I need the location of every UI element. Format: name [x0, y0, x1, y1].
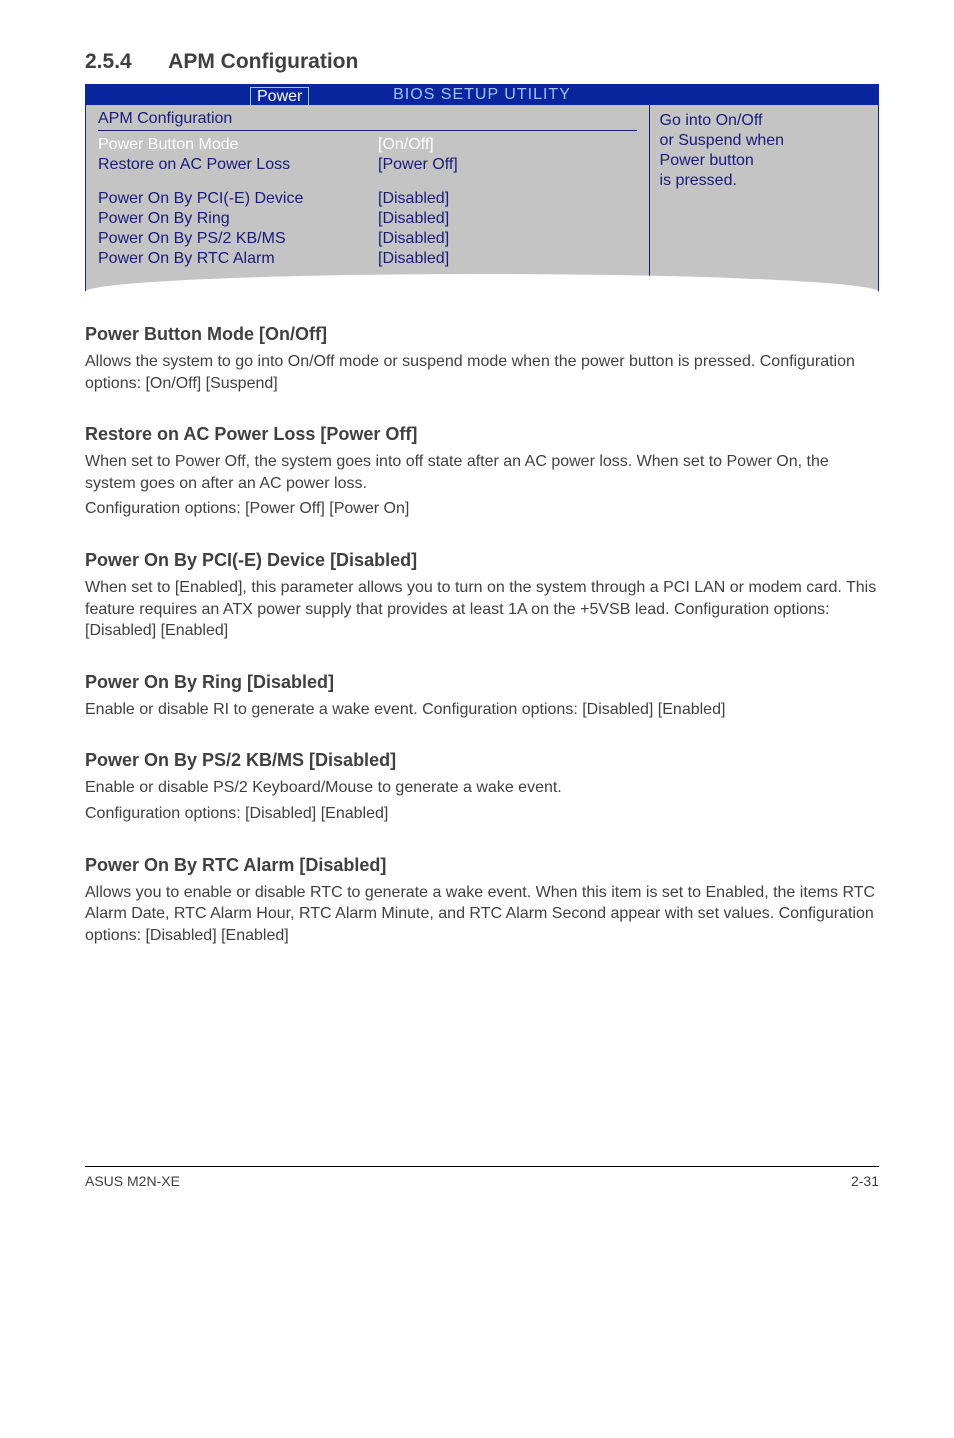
divider [98, 130, 637, 131]
footer-left: ASUS M2N-XE [85, 1173, 180, 1189]
option-power-on-rtc[interactable]: Power On By RTC Alarm [Disabled] [98, 249, 637, 269]
bios-options-pane: APM Configuration Power Button Mode [On/… [86, 105, 649, 294]
option-label: Power On By PCI(-E) Device [98, 189, 378, 209]
option-value: [Disabled] [378, 249, 449, 269]
help-line: Go into On/Off [660, 111, 868, 131]
heading-rtc: Power On By RTC Alarm [Disabled] [85, 855, 879, 876]
heading-power-button-mode: Power Button Mode [On/Off] [85, 324, 879, 345]
section-title: APM Configuration [168, 50, 358, 73]
option-power-on-ps2[interactable]: Power On By PS/2 KB/MS [Disabled] [98, 229, 637, 249]
heading-ring: Power On By Ring [Disabled] [85, 672, 879, 693]
bios-title-text: BIOS SETUP UTILITY [393, 86, 571, 104]
page-footer: ASUS M2N-XE 2-31 [85, 1166, 879, 1189]
paragraph: Enable or disable PS/2 Keyboard/Mouse to… [85, 777, 879, 799]
section-number: 2.5.4 [85, 50, 132, 73]
option-label: Restore on AC Power Loss [98, 155, 378, 175]
help-line: Power button [660, 151, 868, 171]
bios-help-pane: Go into On/Off or Suspend when Power but… [649, 105, 878, 294]
section-header: 2.5.4 APM Configuration [85, 50, 879, 74]
heading-ps2: Power On By PS/2 KB/MS [Disabled] [85, 750, 879, 771]
bios-tab-power[interactable]: Power [250, 87, 309, 106]
option-value: [Power Off] [378, 155, 458, 175]
bios-config-heading: APM Configuration [98, 110, 637, 128]
paragraph: Allows the system to go into On/Off mode… [85, 351, 879, 394]
option-power-on-pcie[interactable]: Power On By PCI(-E) Device [Disabled] [98, 189, 637, 209]
option-power-on-ring[interactable]: Power On By Ring [Disabled] [98, 209, 637, 229]
heading-restore-ac: Restore on AC Power Loss [Power Off] [85, 424, 879, 445]
option-label: Power Button Mode [98, 135, 378, 155]
paragraph: When set to Power Off, the system goes i… [85, 451, 879, 494]
option-value: [Disabled] [378, 209, 449, 229]
option-value: [On/Off] [378, 135, 434, 155]
option-value: [Disabled] [378, 229, 449, 249]
option-value: [Disabled] [378, 189, 449, 209]
bios-utility-panel: BIOS SETUP UTILITY Power APM Configurati… [85, 84, 879, 294]
paragraph: Configuration options: [Power Off] [Powe… [85, 498, 879, 520]
paragraph: Enable or disable RI to generate a wake … [85, 699, 879, 721]
option-label: Power On By Ring [98, 209, 378, 229]
option-label: Power On By PS/2 KB/MS [98, 229, 378, 249]
bios-titlebar: BIOS SETUP UTILITY Power [85, 84, 879, 105]
paragraph: Configuration options: [Disabled] [Enabl… [85, 803, 879, 825]
heading-pcie: Power On By PCI(-E) Device [Disabled] [85, 550, 879, 571]
help-line: or Suspend when [660, 131, 868, 151]
option-power-button-mode[interactable]: Power Button Mode [On/Off] [98, 135, 637, 155]
option-label: Power On By RTC Alarm [98, 249, 378, 269]
paragraph: Allows you to enable or disable RTC to g… [85, 882, 879, 947]
option-restore-ac-power-loss[interactable]: Restore on AC Power Loss [Power Off] [98, 155, 637, 175]
help-line: is pressed. [660, 171, 868, 191]
footer-right: 2-31 [851, 1173, 879, 1189]
paragraph: When set to [Enabled], this parameter al… [85, 577, 879, 642]
